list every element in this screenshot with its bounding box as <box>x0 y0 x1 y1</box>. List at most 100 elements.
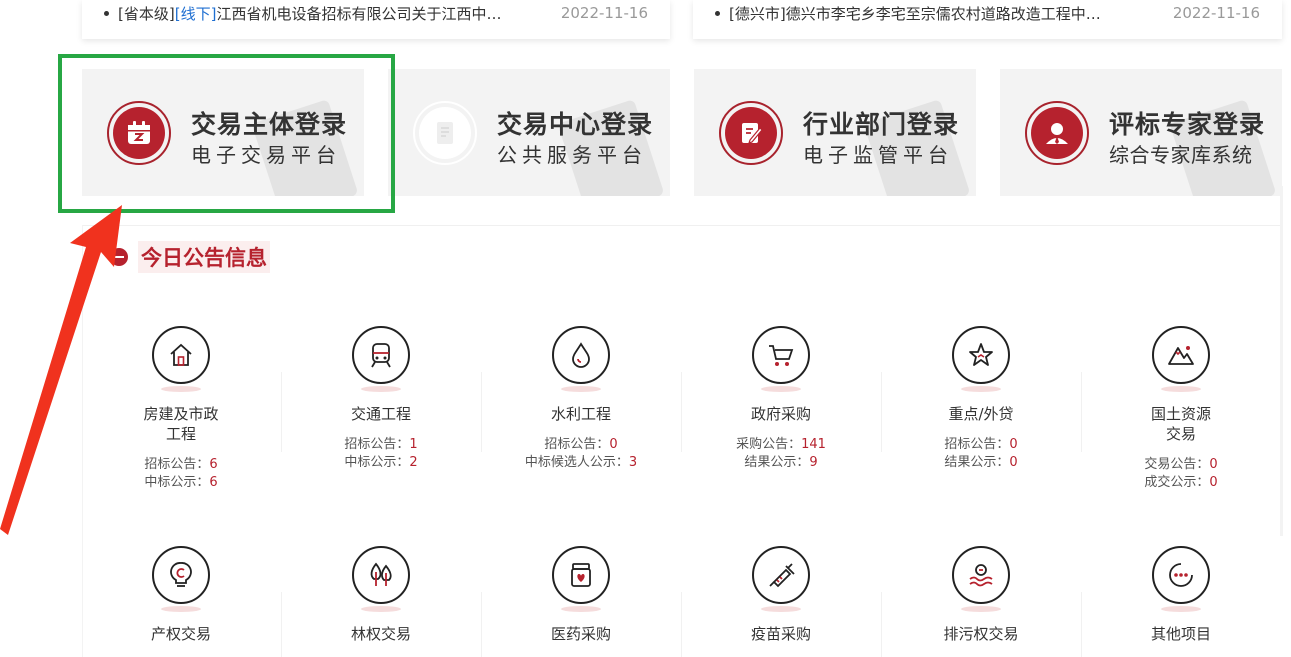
stat-line[interactable]: 招标公告：0 <box>481 436 681 454</box>
stat-label: 中标公示： <box>144 475 210 490</box>
cart-icon <box>752 326 810 384</box>
divider <box>681 592 682 657</box>
stat-line[interactable]: 结果公示：0 <box>881 454 1081 472</box>
tile-title: 行业部门登录 <box>803 110 960 139</box>
icon-shadow <box>961 606 1001 612</box>
stat-line[interactable]: 招标公告：0 <box>881 436 1081 454</box>
category-name-line2: 交易 <box>1165 425 1196 443</box>
icon-shadow <box>361 386 401 392</box>
category-name: 产权交易 <box>150 625 211 643</box>
news-title[interactable]: [德兴市]德兴市李宅乡李宅至宗儒农村道路改造工程中… <box>729 3 1159 24</box>
icon-shadow <box>1161 386 1201 392</box>
stat-label: 招标公告： <box>144 457 210 472</box>
divider <box>481 372 482 452</box>
category-name: 水利工程 <box>550 405 611 423</box>
tile-subtitle: 公共服务平台 <box>497 143 647 167</box>
tile-title: 交易中心登录 <box>497 110 654 139</box>
bullet-icon <box>715 10 720 16</box>
news-level: [省本级] <box>118 4 175 23</box>
divider <box>481 592 482 657</box>
annotation-arrow-icon <box>0 205 122 535</box>
category-transport[interactable]: 交通工程 招标公告：1 中标公示：2 <box>281 326 481 472</box>
stat-line[interactable]: 中标候选人公示：3 <box>481 454 681 472</box>
category-medicine[interactable]: 医药采购 <box>481 546 681 644</box>
news-date: 2022-11-16 <box>1172 4 1260 22</box>
house-icon <box>152 326 210 384</box>
tile-subtitle: 综合专家库系统 <box>1109 143 1253 167</box>
login-tile-expert[interactable]: 评标专家登录 综合专家库系统 <box>1000 69 1282 196</box>
news-item[interactable]: [德兴市]德兴市李宅乡李宅至宗儒农村道路改造工程中… 2022-11-16 <box>715 3 1260 23</box>
more-icon <box>1152 546 1210 604</box>
medicine-icon <box>552 546 610 604</box>
news-level: [德兴市] <box>729 4 786 23</box>
category-name: 交通工程 <box>350 405 411 423</box>
category-water[interactable]: 水利工程 招标公告：0 中标候选人公示：3 <box>481 326 681 472</box>
highlight-box <box>58 54 395 213</box>
stat-line[interactable]: 结果公示：9 <box>681 454 881 472</box>
icon-shadow <box>761 606 801 612</box>
tree-icon <box>352 546 410 604</box>
stat-label: 结果公示： <box>944 455 1010 470</box>
stat-line[interactable]: 采购公告：141 <box>681 436 881 454</box>
category-name: 疫苗采购 <box>750 625 811 643</box>
category-vaccine[interactable]: 疫苗采购 <box>681 546 881 644</box>
bulb-copyright-icon <box>152 546 210 604</box>
stat-value: 6 <box>209 457 218 472</box>
stat-value: 6 <box>209 475 218 490</box>
edit-icon <box>719 101 783 165</box>
category-name: 排污权交易 <box>943 625 1019 643</box>
section-title: 今日公告信息 <box>110 241 270 273</box>
stat-value: 2 <box>409 455 418 470</box>
stat-value: 9 <box>809 455 818 470</box>
stat-value: 0 <box>1009 437 1018 452</box>
icon-shadow <box>761 386 801 392</box>
icon-shadow <box>561 606 601 612</box>
expert-icon <box>1025 101 1089 165</box>
category-property-rights[interactable]: 产权交易 <box>81 546 281 644</box>
stat-line[interactable]: 成交公示：0 <box>1081 474 1281 492</box>
stat-value: 0 <box>1209 475 1218 490</box>
stat-label: 成交公示： <box>1144 475 1210 490</box>
stat-line[interactable]: 中标公示：2 <box>281 454 481 472</box>
bullet-icon <box>104 10 109 16</box>
category-land-resources[interactable]: 国土资源交易 交易公告：0 成交公示：0 <box>1081 326 1281 492</box>
syringe-icon <box>752 546 810 604</box>
category-emission-rights[interactable]: 排污权交易 <box>881 546 1081 644</box>
icon-shadow <box>161 386 201 392</box>
train-icon <box>352 326 410 384</box>
mountain-icon <box>1152 326 1210 384</box>
category-name: 国土资源 <box>1150 405 1211 423</box>
login-tile-industry-dept[interactable]: 行业部门登录 电子监管平台 <box>694 69 976 196</box>
divider <box>681 372 682 452</box>
category-key-foreign-loan[interactable]: 重点/外贷 招标公告：0 结果公示：0 <box>881 326 1081 472</box>
icon-shadow <box>361 606 401 612</box>
icon-shadow <box>161 606 201 612</box>
divider <box>1081 372 1082 452</box>
document-icon <box>413 101 477 165</box>
icon-shadow <box>1161 606 1201 612</box>
news-card-left: [省本级][线下]江西省机电设备招标有限公司关于江西中… 2022-11-16 <box>82 0 670 39</box>
emission-icon <box>952 546 1010 604</box>
stat-value: 0 <box>1009 455 1018 470</box>
news-date: 2022-11-16 <box>560 4 648 22</box>
stat-line[interactable]: 交易公告：0 <box>1081 456 1281 474</box>
category-name: 政府采购 <box>750 405 811 423</box>
stat-value: 141 <box>801 437 826 452</box>
news-item[interactable]: [省本级][线下]江西省机电设备招标有限公司关于江西中… 2022-11-16 <box>104 3 648 23</box>
divider <box>881 592 882 657</box>
category-other-projects[interactable]: 其他项目 <box>1081 546 1281 644</box>
water-drop-icon <box>552 326 610 384</box>
news-title[interactable]: [省本级][线下]江西省机电设备招标有限公司关于江西中… <box>118 3 547 24</box>
divider <box>281 372 282 452</box>
category-name: 林权交易 <box>350 625 411 643</box>
news-title-text: 德兴市李宅乡李宅至宗儒农村道路改造工程中… <box>785 4 1101 23</box>
login-tile-trading-center[interactable]: 交易中心登录 公共服务平台 <box>388 69 670 196</box>
category-name: 医药采购 <box>550 625 611 643</box>
category-government-procurement[interactable]: 政府采购 采购公告：141 结果公示：9 <box>681 326 881 472</box>
news-card-right: [德兴市]德兴市李宅乡李宅至宗儒农村道路改造工程中… 2022-11-16 <box>693 0 1282 39</box>
icon-shadow <box>961 386 1001 392</box>
category-forest-rights[interactable]: 林权交易 <box>281 546 481 644</box>
star-icon <box>952 326 1010 384</box>
divider <box>281 592 282 657</box>
stat-line[interactable]: 招标公告：1 <box>281 436 481 454</box>
